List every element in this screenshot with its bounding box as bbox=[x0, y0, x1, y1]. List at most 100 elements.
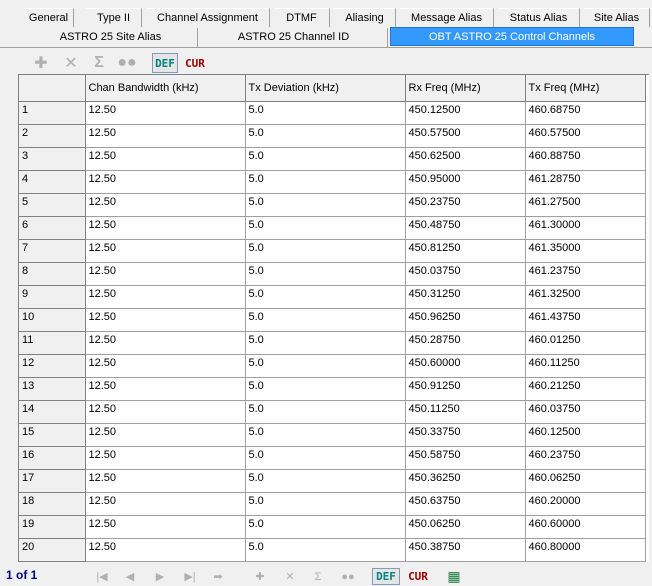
cell-chan-bandwidth[interactable]: 12.50 bbox=[85, 331, 246, 355]
tab-astro25-channel-id[interactable]: ASTRO 25 Channel ID bbox=[200, 28, 388, 47]
cell-rx-freq[interactable]: 450.33750 bbox=[405, 423, 526, 447]
add-row-icon-bottom[interactable]: ✚ bbox=[248, 568, 272, 585]
cell-tx-freq[interactable]: 461.30000 bbox=[525, 216, 646, 240]
row-header[interactable]: 4 bbox=[19, 170, 86, 194]
column-header-tx-freq[interactable]: Tx Freq (MHz) bbox=[525, 75, 646, 102]
goto-icon[interactable]: ➡ bbox=[206, 568, 230, 585]
cell-tx-deviation[interactable]: 5.0 bbox=[245, 193, 406, 217]
tab-astro25-site-alias[interactable]: ASTRO 25 Site Alias bbox=[24, 28, 198, 47]
cell-rx-freq[interactable]: 450.11250 bbox=[405, 400, 526, 424]
cell-tx-deviation[interactable]: 5.0 bbox=[245, 400, 406, 424]
cell-tx-freq[interactable]: 460.03750 bbox=[525, 400, 646, 424]
grid-icon[interactable]: ▦ bbox=[442, 568, 466, 585]
tab-site-alias[interactable]: Site Alias bbox=[584, 8, 650, 27]
cell-tx-freq[interactable]: 461.23750 bbox=[525, 262, 646, 286]
table-row[interactable]: 14 12.50 5.0 450.11250 460.03750 bbox=[19, 400, 646, 424]
cell-rx-freq[interactable]: 450.58750 bbox=[405, 446, 526, 470]
cell-tx-deviation[interactable]: 5.0 bbox=[245, 469, 406, 493]
cell-chan-bandwidth[interactable]: 12.50 bbox=[85, 423, 246, 447]
cell-chan-bandwidth[interactable]: 12.50 bbox=[85, 515, 246, 539]
cell-rx-freq[interactable]: 450.96250 bbox=[405, 308, 526, 332]
cell-tx-freq[interactable]: 461.32500 bbox=[525, 285, 646, 309]
row-header[interactable]: 6 bbox=[19, 216, 86, 240]
cell-chan-bandwidth[interactable]: 12.50 bbox=[85, 446, 246, 470]
cell-rx-freq[interactable]: 450.31250 bbox=[405, 285, 526, 309]
row-header[interactable]: 13 bbox=[19, 377, 86, 401]
cell-tx-deviation[interactable]: 5.0 bbox=[245, 423, 406, 447]
cell-tx-deviation[interactable]: 5.0 bbox=[245, 331, 406, 355]
cell-chan-bandwidth[interactable]: 12.50 bbox=[85, 308, 246, 332]
cell-tx-deviation[interactable]: 5.0 bbox=[245, 262, 406, 286]
cell-rx-freq[interactable]: 450.23750 bbox=[405, 193, 526, 217]
row-header[interactable]: 5 bbox=[19, 193, 86, 217]
cell-rx-freq[interactable]: 450.57500 bbox=[405, 124, 526, 148]
cell-rx-freq[interactable]: 450.60000 bbox=[405, 354, 526, 378]
cell-tx-deviation[interactable]: 5.0 bbox=[245, 308, 406, 332]
table-row[interactable]: 3 12.50 5.0 450.62500 460.88750 bbox=[19, 147, 646, 171]
table-row[interactable]: 6 12.50 5.0 450.48750 461.30000 bbox=[19, 216, 646, 240]
cell-chan-bandwidth[interactable]: 12.50 bbox=[85, 377, 246, 401]
cell-rx-freq[interactable]: 450.62500 bbox=[405, 147, 526, 171]
cell-chan-bandwidth[interactable]: 12.50 bbox=[85, 216, 246, 240]
cell-tx-freq[interactable]: 460.06250 bbox=[525, 469, 646, 493]
cell-tx-freq[interactable]: 461.35000 bbox=[525, 239, 646, 263]
table-row[interactable]: 1 12.50 5.0 450.12500 460.68750 bbox=[19, 101, 646, 125]
cell-chan-bandwidth[interactable]: 12.50 bbox=[85, 354, 246, 378]
cell-tx-deviation[interactable]: 5.0 bbox=[245, 377, 406, 401]
cell-tx-deviation[interactable]: 5.0 bbox=[245, 170, 406, 194]
cell-tx-deviation[interactable]: 5.0 bbox=[245, 515, 406, 539]
table-row[interactable]: 7 12.50 5.0 450.81250 461.35000 bbox=[19, 239, 646, 263]
cell-rx-freq[interactable]: 450.03750 bbox=[405, 262, 526, 286]
cell-tx-freq[interactable]: 460.57500 bbox=[525, 124, 646, 148]
table-row[interactable]: 12 12.50 5.0 450.60000 460.11250 bbox=[19, 354, 646, 378]
column-header-tx-deviation[interactable]: Tx Deviation (kHz) bbox=[245, 75, 406, 102]
cur-button[interactable]: CUR bbox=[182, 53, 208, 73]
table-row[interactable]: 8 12.50 5.0 450.03750 461.23750 bbox=[19, 262, 646, 286]
table-row[interactable]: 20 12.50 5.0 450.38750 460.80000 bbox=[19, 538, 646, 562]
cell-tx-freq[interactable]: 460.60000 bbox=[525, 515, 646, 539]
cell-rx-freq[interactable]: 450.28750 bbox=[405, 331, 526, 355]
row-header[interactable]: 1 bbox=[19, 101, 86, 125]
cell-tx-freq[interactable]: 460.21250 bbox=[525, 377, 646, 401]
cell-chan-bandwidth[interactable]: 12.50 bbox=[85, 193, 246, 217]
row-header[interactable]: 18 bbox=[19, 492, 86, 516]
delete-row-icon[interactable]: ✕ bbox=[58, 53, 84, 73]
row-header[interactable]: 17 bbox=[19, 469, 86, 493]
tab-obt-astro25-control-channels[interactable]: OBT ASTRO 25 Control Channels bbox=[390, 27, 634, 46]
cell-rx-freq[interactable]: 450.81250 bbox=[405, 239, 526, 263]
cell-rx-freq[interactable]: 450.91250 bbox=[405, 377, 526, 401]
tab-message-alias[interactable]: Message Alias bbox=[400, 8, 494, 27]
cell-rx-freq[interactable]: 450.36250 bbox=[405, 469, 526, 493]
row-header[interactable]: 19 bbox=[19, 515, 86, 539]
tab-general[interactable]: General bbox=[24, 8, 74, 27]
cell-chan-bandwidth[interactable]: 12.50 bbox=[85, 124, 246, 148]
cell-tx-deviation[interactable]: 5.0 bbox=[245, 239, 406, 263]
cell-tx-freq[interactable]: 461.28750 bbox=[525, 170, 646, 194]
table-row[interactable]: 2 12.50 5.0 450.57500 460.57500 bbox=[19, 124, 646, 148]
row-header[interactable]: 16 bbox=[19, 446, 86, 470]
cell-tx-deviation[interactable]: 5.0 bbox=[245, 101, 406, 125]
row-header[interactable]: 11 bbox=[19, 331, 86, 355]
table-row[interactable]: 13 12.50 5.0 450.91250 460.21250 bbox=[19, 377, 646, 401]
row-header[interactable]: 8 bbox=[19, 262, 86, 286]
tab-dtmf[interactable]: DTMF bbox=[274, 8, 330, 27]
row-header[interactable]: 10 bbox=[19, 308, 86, 332]
cell-rx-freq[interactable]: 450.06250 bbox=[405, 515, 526, 539]
def-button-bottom[interactable]: DEF bbox=[372, 568, 400, 585]
cell-tx-deviation[interactable]: 5.0 bbox=[245, 446, 406, 470]
delete-row-icon-bottom[interactable]: ✕ bbox=[278, 568, 302, 585]
table-row[interactable]: 19 12.50 5.0 450.06250 460.60000 bbox=[19, 515, 646, 539]
next-icon[interactable]: ▶ bbox=[148, 568, 172, 585]
row-header[interactable]: 2 bbox=[19, 124, 86, 148]
cell-tx-freq[interactable]: 460.01250 bbox=[525, 331, 646, 355]
link-icon-bottom[interactable]: ●● bbox=[336, 568, 360, 585]
row-header[interactable]: 3 bbox=[19, 147, 86, 171]
table-row[interactable]: 11 12.50 5.0 450.28750 460.01250 bbox=[19, 331, 646, 355]
row-header[interactable]: 15 bbox=[19, 423, 86, 447]
add-row-icon[interactable]: ✚ bbox=[28, 53, 54, 73]
column-header-chan-bandwidth[interactable]: Chan Bandwidth (kHz) bbox=[85, 75, 246, 102]
cell-tx-freq[interactable]: 461.43750 bbox=[525, 308, 646, 332]
row-header[interactable]: 9 bbox=[19, 285, 86, 309]
cell-chan-bandwidth[interactable]: 12.50 bbox=[85, 147, 246, 171]
column-header-rx-freq[interactable]: Rx Freq (MHz) bbox=[405, 75, 526, 102]
